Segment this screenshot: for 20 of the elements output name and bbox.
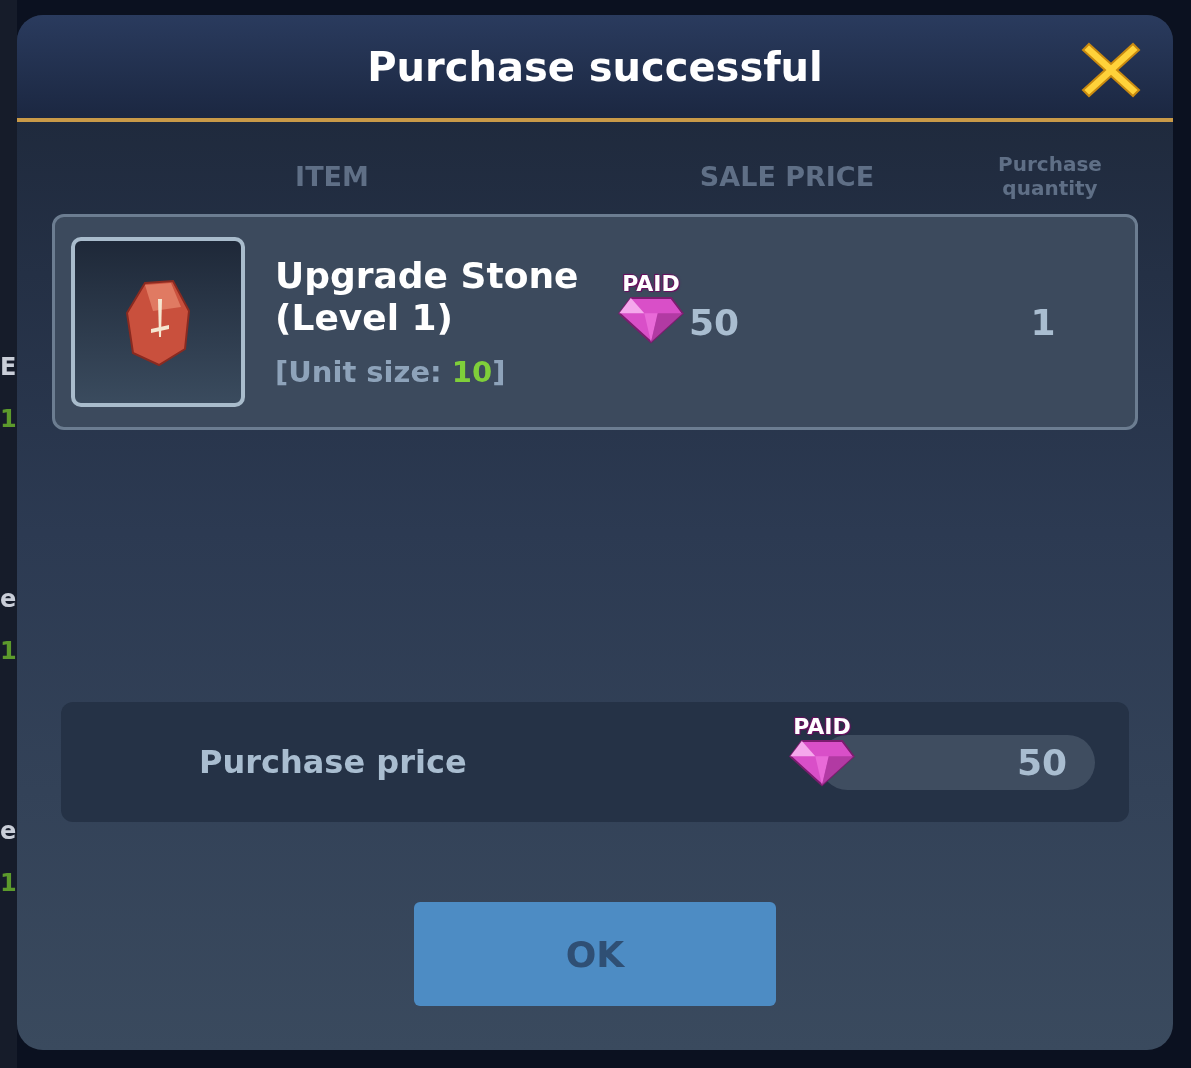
- sale-price: 50: [689, 301, 740, 343]
- close-icon[interactable]: [1081, 40, 1141, 100]
- unit-size-text: [Unit size: 10]: [275, 355, 507, 389]
- item-name: Upgrade Stone (Level 1): [275, 255, 580, 339]
- column-header: SALE PRICE: [698, 160, 876, 192]
- paid-tag: PAID: [622, 272, 680, 296]
- list-label: e: [0, 816, 17, 846]
- column-header: ITEM: [294, 160, 370, 192]
- ok-button[interactable]: OK: [414, 902, 776, 1006]
- list-label: e: [0, 584, 17, 614]
- column-header: Purchase quantity: [997, 152, 1103, 200]
- gem-icon: [617, 296, 685, 344]
- list-value: 1: [0, 404, 17, 434]
- dialog-title: Purchase successful: [367, 43, 823, 90]
- list-value: 1: [0, 636, 17, 666]
- purchase-quantity: 1: [1030, 301, 1056, 343]
- total-label: Purchase price: [199, 743, 467, 781]
- list-value: 1: [0, 868, 17, 898]
- stone-icon: [123, 277, 193, 367]
- list-label: E: [0, 352, 17, 382]
